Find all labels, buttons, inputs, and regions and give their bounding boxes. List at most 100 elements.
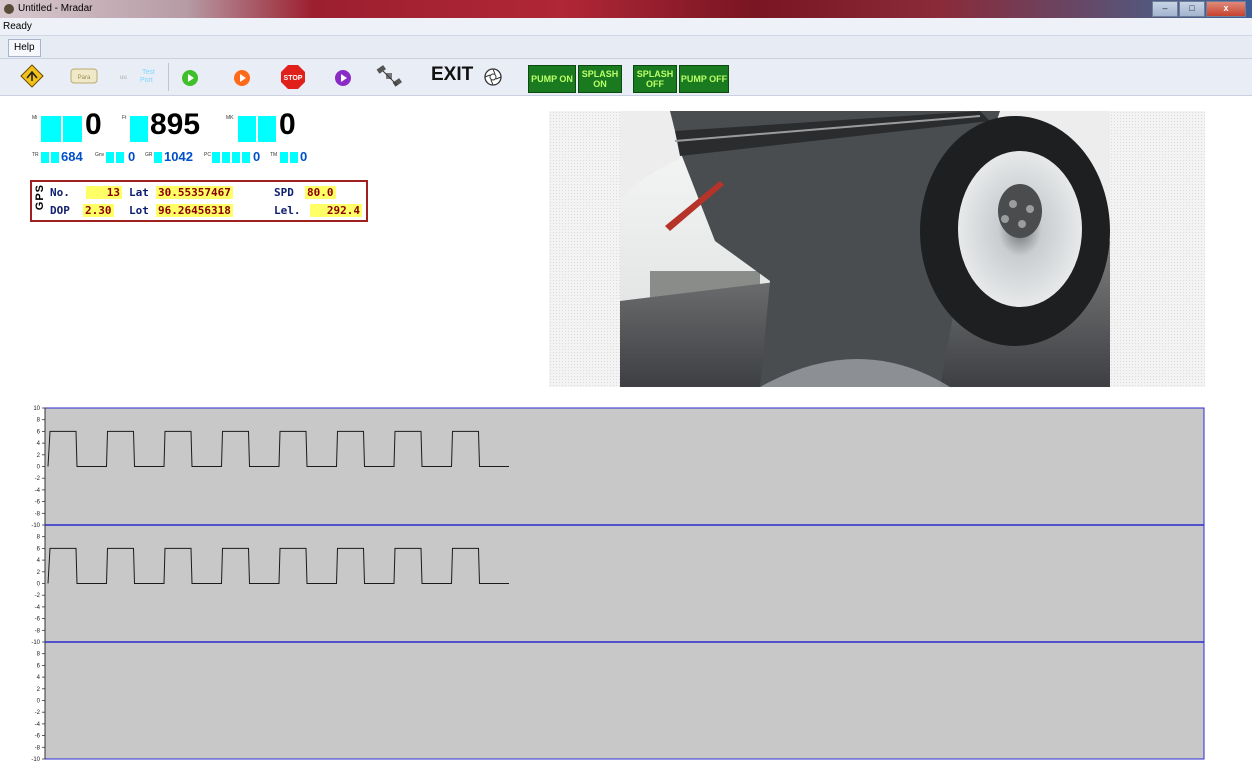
window-controls: – □ x — [1152, 1, 1246, 17]
pc-label: PC — [204, 152, 211, 158]
app-icon — [4, 4, 14, 14]
signal-chart: 10 8 6 4 2 0 -2 -4 -6 -8 -10 8 6 4 2 0 -2 -4 -6 -8 -10 8 6 4 2 0 -… — [31, 406, 1205, 763]
splash-on-label-1: SPLASH — [581, 69, 619, 79]
svg-text:uu: uu — [120, 75, 127, 81]
y-tick-label: -4 — [35, 605, 41, 611]
gps-dop-value: 2.30 — [83, 204, 114, 217]
y-tick-label: 4 — [37, 441, 41, 447]
y-tick-label: -8 — [35, 511, 41, 517]
status-bar: Ready — [0, 18, 1252, 36]
gnv-value: 0 — [128, 149, 136, 164]
pc-block-4 — [242, 152, 250, 163]
pc-block-3 — [232, 152, 240, 163]
gps-spd-value: 80.0 — [305, 186, 336, 199]
pump-on-label: PUMP ON — [531, 74, 573, 84]
gr-block — [154, 152, 162, 163]
y-tick-label: 6 — [37, 429, 41, 435]
tm-block — [280, 152, 288, 163]
splash-off-label-1: SPLASH — [636, 69, 674, 79]
y-tick-label: 8 — [37, 652, 41, 658]
gps-lat-label: Lat — [129, 186, 149, 199]
y-tick-label: -2 — [35, 476, 41, 482]
gps-lel-value: 292.4 — [310, 204, 362, 217]
exit-button[interactable]: EXIT — [431, 64, 473, 86]
tm-block-2 — [290, 152, 298, 163]
pc-block — [212, 152, 220, 163]
tr-block — [41, 152, 49, 163]
y-tick-label: -6 — [35, 617, 41, 623]
splash-off-button[interactable]: SPLASH OFF — [633, 65, 677, 93]
splash-on-button[interactable]: SPLASH ON — [578, 65, 622, 93]
y-tick-label: 0 — [37, 465, 41, 471]
mi-value: 0 — [85, 108, 102, 141]
toolbar-separator — [168, 63, 169, 91]
gps-label: GPS — [34, 184, 46, 211]
mk-value: 0 — [279, 108, 296, 141]
camera-image — [620, 111, 1110, 387]
satellite-icon[interactable] — [375, 63, 405, 91]
gps-no-label: No. — [50, 186, 70, 199]
y-tick-label: -10 — [31, 523, 40, 529]
y-tick-label: 10 — [33, 406, 40, 412]
gps-lel-label: Lel. — [274, 204, 301, 217]
gr-value: 1042 — [164, 149, 193, 164]
y-tick-label: 8 — [37, 535, 41, 541]
splash-off-label-2: OFF — [646, 79, 664, 89]
tm-value: 0 — [300, 149, 308, 164]
mi-label: Mi — [32, 115, 38, 121]
tr-block-2 — [51, 152, 59, 163]
gps-dop-label: DOP — [50, 204, 70, 217]
y-tick-label: -2 — [35, 710, 41, 716]
gnv-label: Gnv — [95, 152, 105, 158]
y-tick-label: 2 — [37, 570, 41, 576]
mi-block-2 — [63, 116, 82, 142]
gps-spd-label: SPD — [274, 186, 294, 199]
y-tick-label: -4 — [35, 488, 41, 494]
svg-text:Test: Test — [142, 69, 155, 76]
maximize-button[interactable]: □ — [1179, 1, 1205, 17]
mi-block — [41, 116, 61, 142]
y-tick-label: 2 — [37, 687, 41, 693]
minimize-button[interactable]: – — [1152, 1, 1178, 17]
gnv-block — [106, 152, 114, 163]
menu-bar: Help — [0, 36, 1252, 59]
ft-value: 895 — [150, 108, 201, 141]
play-purple-icon[interactable] — [333, 68, 353, 88]
play-green-icon[interactable] — [180, 68, 200, 88]
gps-lat-value: 30.55357467 — [156, 186, 233, 199]
tm-label: TM — [270, 152, 278, 158]
status-text: Ready — [3, 21, 32, 32]
parallel-port-icon[interactable]: Para — [70, 67, 98, 85]
y-tick-label: -6 — [35, 500, 41, 506]
ft-block — [130, 116, 148, 142]
mk-label: MK — [226, 115, 234, 121]
y-tick-label: 4 — [37, 558, 41, 564]
close-button[interactable]: x — [1206, 1, 1246, 17]
menu-item-help[interactable]: Help — [8, 39, 41, 57]
camera-shutter-icon[interactable] — [483, 67, 503, 87]
tr-label: TR — [32, 152, 39, 158]
ft-label: Ft — [122, 115, 127, 121]
y-tick-label: 0 — [37, 582, 41, 588]
pc-block-2 — [222, 152, 230, 163]
title-bar: Untitled - Mradar – □ x — [0, 0, 1252, 18]
pump-on-button[interactable]: PUMP ON — [528, 65, 576, 93]
record-orange-icon[interactable] — [232, 68, 252, 88]
pump-off-button[interactable]: PUMP OFF — [679, 65, 729, 93]
window-title: Untitled - Mradar — [18, 3, 93, 14]
svg-text:Para: Para — [78, 75, 91, 81]
y-tick-label: -4 — [35, 722, 41, 728]
svg-text:Port: Port — [140, 77, 153, 84]
y-tick-label: -8 — [35, 745, 41, 751]
y-tick-label: 4 — [37, 675, 41, 681]
stop-icon[interactable]: STOP — [280, 64, 306, 90]
y-tick-label: 6 — [37, 663, 41, 669]
navigate-icon[interactable] — [20, 64, 44, 88]
gps-lot-value: 96.26456318 — [156, 204, 233, 217]
y-tick-label: -6 — [35, 734, 41, 740]
y-tick-label: 6 — [37, 546, 41, 552]
gnv-block-2 — [116, 152, 124, 163]
mk-block-2 — [258, 116, 276, 142]
test-port-icon[interactable]: uu Test Port — [118, 65, 160, 87]
y-tick-label: -10 — [31, 757, 40, 763]
